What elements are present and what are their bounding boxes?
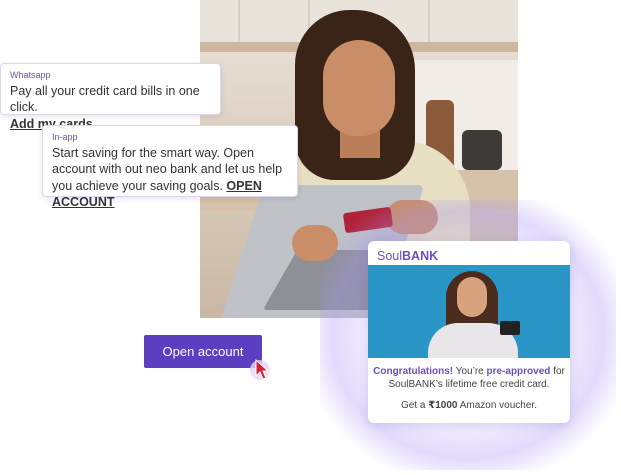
soulbank-offer-card: SoulBANK Congratulations! You’re pre-app… <box>368 241 570 423</box>
offer-text-part: You’re <box>453 366 487 377</box>
photo-cabinet-line <box>428 0 430 42</box>
soulbank-logo: SoulBANK <box>377 249 438 263</box>
offer-photo-woman-with-card <box>368 265 570 358</box>
open-account-button[interactable]: Open account <box>144 335 262 368</box>
photo-pot <box>462 130 502 170</box>
preapproved-text: pre-approved <box>486 366 551 377</box>
offer-message: Congratulations! You’re pre-approved for… <box>368 365 570 391</box>
brand-soul: Soul <box>377 249 403 263</box>
voucher-prefix: Get a <box>401 400 429 411</box>
brand-bank: BANK <box>402 249 439 263</box>
notification-channel-label: In-app <box>52 132 78 142</box>
offer-photo-card <box>500 321 520 335</box>
notification-channel-label: Whatsapp <box>10 70 51 80</box>
notification-body: Start saving for the smart way. Open acc… <box>52 145 288 210</box>
photo-face <box>323 40 395 136</box>
inapp-notification: In-app Start saving for the smart way. O… <box>42 125 298 209</box>
notification-text: Pay all your credit card bills in one cl… <box>10 84 200 115</box>
whatsapp-notification: Whatsapp Pay all your credit card bills … <box>0 63 221 131</box>
offer-photo-face <box>457 277 487 317</box>
photo-cabinet-line <box>238 0 240 42</box>
voucher-suffix: Amazon voucher. <box>457 400 537 411</box>
pointer-cursor-icon <box>250 358 270 380</box>
congratulations-text: Congratulations! <box>373 366 454 377</box>
voucher-message: Get a ₹1000 Amazon voucher. <box>368 400 570 411</box>
voucher-amount: ₹1000 <box>428 400 458 411</box>
